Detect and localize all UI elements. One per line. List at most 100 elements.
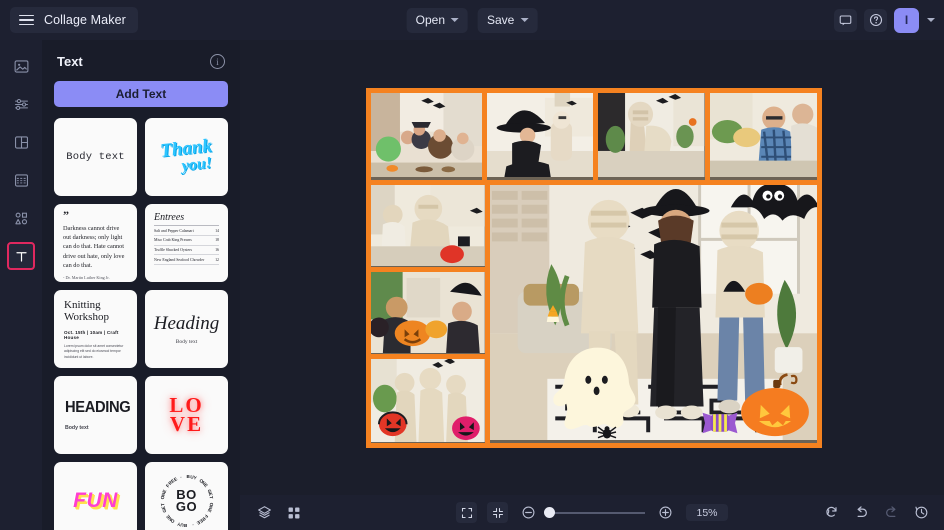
text-t-icon: [15, 251, 27, 262]
photo-mummy-child[interactable]: [598, 93, 705, 180]
sidebar-item-text[interactable]: [7, 242, 35, 270]
expand-icon: [461, 507, 472, 518]
hamburger-icon[interactable]: [19, 14, 34, 26]
collage-row: [371, 93, 817, 180]
menu-row: New England Seafood Chowder 12: [154, 255, 219, 266]
photo-mummy-girls[interactable]: [371, 185, 485, 267]
candy-corn-sticker[interactable]: [545, 305, 561, 323]
add-text-button[interactable]: Add Text: [54, 81, 228, 107]
account-actions: I: [834, 0, 935, 40]
spider-sticker[interactable]: [596, 423, 618, 441]
reset-rotate-icon: [826, 506, 837, 517]
chat-icon: [839, 15, 852, 25]
sidebar-item-layouts[interactable]: [7, 128, 35, 156]
sidebar-item-backgrounds[interactable]: [7, 166, 35, 194]
photo-column-left: [371, 185, 485, 443]
sidebar-item-adjustments[interactable]: [7, 90, 35, 118]
chevron-down-icon: [451, 18, 459, 22]
ghost-sticker[interactable]: [550, 343, 645, 435]
info-icon[interactable]: i: [210, 54, 225, 69]
panel-title: Text: [57, 54, 83, 69]
text-template-bogo[interactable]: BUY ONE GET ONE FREE · BUY ONE GET ONE F…: [145, 462, 228, 530]
text-template-quote[interactable]: ” Darkness cannot drive out darkness; on…: [54, 204, 137, 282]
text-panel: Text i Add Text Body text Thank you! ” D…: [42, 40, 240, 530]
photo-pumpkin-carving[interactable]: [371, 272, 485, 354]
text-template-heading-bold[interactable]: HEADING Body text: [54, 376, 137, 454]
grid-view-icon: [288, 507, 299, 518]
tool-rail: [0, 40, 42, 530]
bat-sticker[interactable]: [729, 185, 817, 239]
app-title: Collage Maker: [44, 13, 126, 27]
chevron-down-icon[interactable]: [927, 18, 935, 22]
shapes-icon: [14, 212, 27, 224]
text-template-grid: Body text Thank you! ” Darkness cannot d…: [42, 118, 240, 530]
help-button[interactable]: [864, 8, 887, 32]
fit-screen-icon: [492, 507, 503, 518]
history-icon: [915, 506, 928, 519]
zoom-out-button[interactable]: [518, 502, 539, 523]
text-template-thank-you[interactable]: Thank you!: [145, 118, 228, 196]
save-button[interactable]: Save: [478, 7, 538, 33]
menu-title: Entrees: [154, 212, 219, 226]
canvas-area[interactable]: [240, 40, 944, 495]
app-menu-button[interactable]: Collage Maker: [10, 7, 138, 33]
sidebar-item-elements[interactable]: [7, 204, 35, 232]
grid-view-button[interactable]: [283, 502, 304, 523]
fun-text: FUN: [73, 489, 118, 512]
file-actions: Open Save: [406, 7, 538, 33]
template-label: Thank you!: [158, 135, 213, 175]
quote-text: Darkness cannot drive out darkness; only…: [63, 225, 125, 269]
zoom-out-icon: [522, 506, 535, 519]
redo-button[interactable]: [881, 502, 902, 523]
text-template-fun[interactable]: FUN: [54, 462, 137, 530]
background-layers-icon: [14, 173, 28, 187]
text-template-knitting[interactable]: Knitting Workshop Oct. 15th | 10am | Cra…: [54, 290, 137, 368]
menu-row: Salt and Pepper Calamari 14: [154, 226, 219, 236]
sidebar-item-images[interactable]: [7, 52, 35, 80]
template-label: Body text: [66, 151, 125, 163]
bottom-left-tools: [254, 502, 304, 523]
top-bar: Collage Maker Open Save I: [0, 0, 944, 40]
reset-button[interactable]: [821, 502, 842, 523]
pumpkin-sticker[interactable]: [739, 371, 811, 437]
menu-row: Miso Crab King Prawns 18: [154, 236, 219, 246]
text-template-heading-serif[interactable]: Heading Body text: [145, 290, 228, 368]
undo-button[interactable]: [851, 502, 872, 523]
zoom-in-button[interactable]: [655, 502, 676, 523]
zoom-in-icon: [659, 506, 672, 519]
photo-witch-wrapping[interactable]: [487, 93, 594, 180]
text-template-body[interactable]: Body text: [54, 118, 137, 196]
text-template-love[interactable]: LO VE: [145, 376, 228, 454]
avatar[interactable]: I: [894, 7, 919, 33]
undo-icon: [857, 506, 867, 517]
photo-family-party[interactable]: [371, 93, 483, 180]
help-circle-icon: [869, 13, 882, 27]
history-controls: [821, 502, 932, 523]
fullscreen-button[interactable]: [456, 502, 477, 523]
love-text: LO VE: [169, 392, 204, 436]
collage-artboard[interactable]: [366, 88, 822, 448]
quote-mark: ”: [63, 208, 69, 222]
text-template-menu[interactable]: Entrees Salt and Pepper Calamari 14 Miso …: [145, 204, 228, 282]
zoom-slider-handle[interactable]: [544, 507, 555, 518]
photo-trick-or-treat[interactable]: [371, 359, 485, 443]
save-label: Save: [487, 13, 515, 27]
layers-button[interactable]: [254, 502, 275, 523]
photo-dad-daughter[interactable]: [709, 93, 817, 180]
fit-screen-button[interactable]: [487, 502, 508, 523]
sliders-icon: [14, 98, 28, 110]
bottom-bar: 15%: [240, 495, 944, 530]
zoom-level-value[interactable]: 15%: [686, 504, 728, 521]
knit-body: Lorem ipsum dolor sit amet consectetur a…: [64, 343, 124, 359]
history-button[interactable]: [911, 502, 932, 523]
chat-button[interactable]: [834, 8, 857, 32]
layers-icon: [258, 506, 271, 519]
panel-header: Text i: [42, 40, 240, 75]
heading-body: Body text: [65, 425, 89, 431]
knit-title: Knitting Workshop: [64, 299, 109, 323]
zoom-slider[interactable]: [544, 507, 645, 518]
open-button[interactable]: Open: [406, 7, 468, 33]
menu-row: Truffle Shucked Oysters 16: [154, 246, 219, 256]
candy-sticker[interactable]: [701, 411, 739, 435]
photo-main-mummies[interactable]: [489, 185, 817, 443]
